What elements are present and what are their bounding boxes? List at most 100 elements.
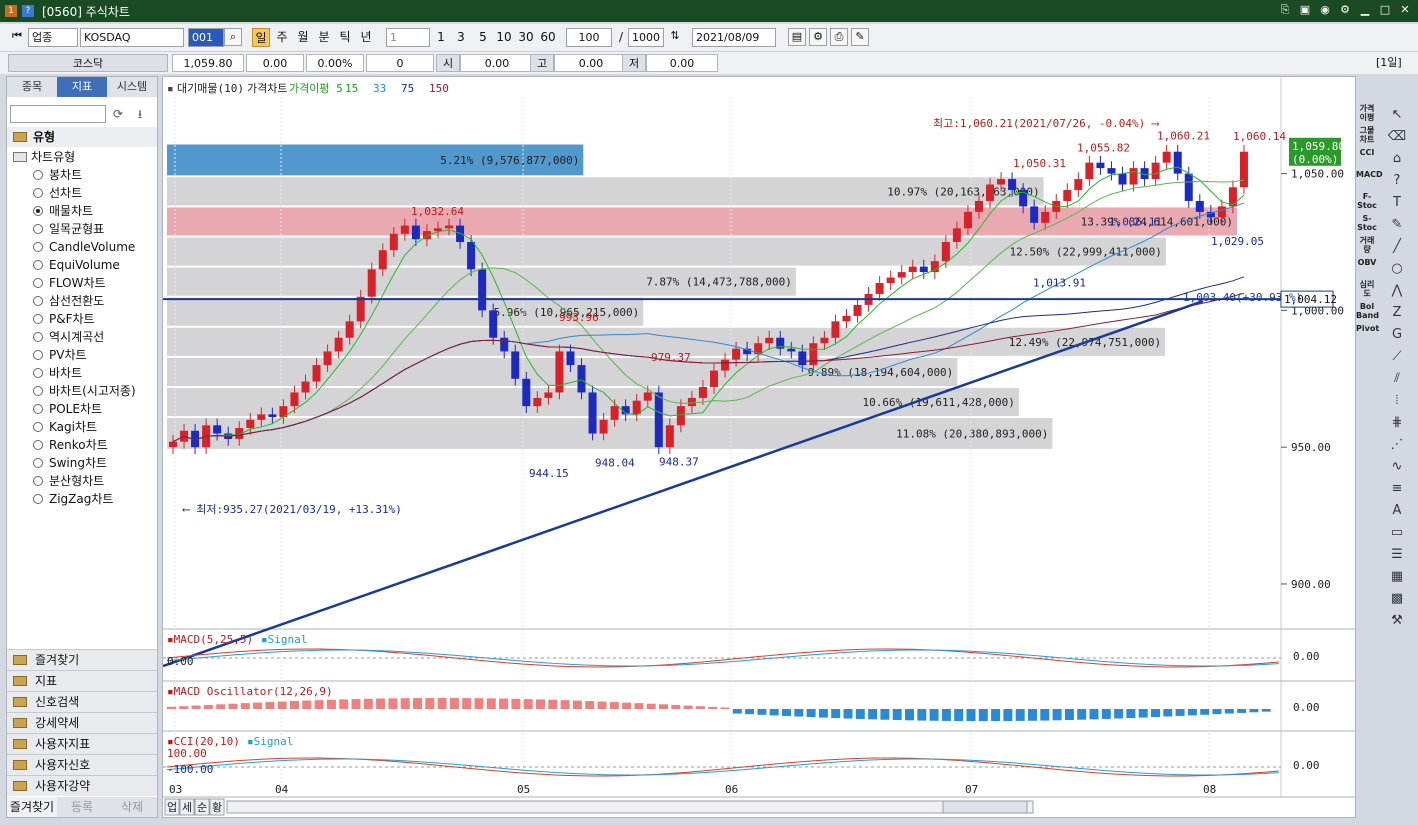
period-minute[interactable]: 분 <box>315 28 333 47</box>
radio-button[interactable] <box>33 350 43 360</box>
interval-60[interactable]: 60 <box>538 28 558 47</box>
chart-tool-icon[interactable]: ▦ <box>1384 566 1410 588</box>
section-user-strength[interactable]: 사용자강약 <box>7 775 157 796</box>
period-month[interactable]: 월 <box>294 28 312 47</box>
category-header[interactable]: 유형 <box>7 127 157 147</box>
wrench-icon[interactable]: ⚒ <box>1384 610 1410 632</box>
chart-type-item[interactable]: ZigZag차트 <box>9 490 136 508</box>
delete-button[interactable]: 삭제 <box>107 797 157 817</box>
download-icon[interactable]: ⭳ <box>131 105 149 123</box>
radio-button[interactable] <box>33 224 43 234</box>
tab-system[interactable]: 시스템 <box>107 77 157 97</box>
chart-type-item[interactable]: POLE차트 <box>9 400 136 418</box>
close-icon[interactable]: ✕ <box>1398 3 1412 17</box>
radio-button[interactable] <box>33 170 43 180</box>
radio-button[interactable] <box>33 476 43 486</box>
chart-type-item[interactable]: 일목균형표 <box>9 220 136 238</box>
total-input[interactable]: 1000 <box>628 28 664 47</box>
pattern-tool-icon[interactable]: ⋀ <box>1384 280 1410 302</box>
chart-type-item[interactable]: Renko차트 <box>9 436 136 454</box>
section-strength[interactable]: 강세약세 <box>7 712 157 733</box>
app-number-icon[interactable]: 1 <box>5 5 17 17</box>
radio-button[interactable] <box>33 296 43 306</box>
arrows-icon[interactable]: ⇅ <box>666 28 684 46</box>
indicator-shortcut[interactable]: 그물차트 <box>1356 126 1378 148</box>
fan-tool-icon[interactable]: ⟋ <box>1384 346 1410 368</box>
interval-3[interactable]: 3 <box>454 28 468 47</box>
indicator-shortcut[interactable]: Bol Band <box>1356 302 1379 324</box>
period-year[interactable]: 년 <box>357 28 375 47</box>
indicator-shortcut[interactable]: F-Stoc <box>1356 192 1378 214</box>
indicator-shortcut[interactable]: 가격이평 <box>1356 104 1378 126</box>
indicator-shortcut[interactable]: OBV <box>1356 258 1378 280</box>
radio-button[interactable] <box>33 260 43 270</box>
list-tool-icon[interactable]: ☰ <box>1384 544 1410 566</box>
radio-button[interactable] <box>33 404 43 414</box>
line-tool-icon[interactable]: ╱ <box>1384 236 1410 258</box>
cursor-icon[interactable]: ↖ <box>1384 104 1410 126</box>
chart-type-item[interactable]: 분산형차트 <box>9 472 136 490</box>
interval-10[interactable]: 10 <box>494 28 514 47</box>
code-input[interactable]: 001 <box>188 28 224 47</box>
hline-tool-icon[interactable]: ≡ <box>1384 478 1410 500</box>
chart-type-item[interactable]: EquiVolume <box>9 256 136 274</box>
indicator-search-input[interactable] <box>10 105 106 123</box>
circle-tool-icon[interactable]: ○ <box>1384 258 1410 280</box>
indicator-shortcut[interactable]: S-Stoc <box>1356 214 1378 236</box>
chart-type-item[interactable]: 삼선전환도 <box>9 292 136 310</box>
radio-button[interactable] <box>33 188 43 198</box>
interval-1[interactable]: 1 <box>434 28 448 47</box>
refresh-icon[interactable]: ⟳ <box>109 105 127 123</box>
search-icon[interactable]: ⌕ <box>224 28 242 46</box>
radio-button[interactable] <box>33 440 43 450</box>
index-select[interactable]: KOSDAQ <box>80 28 184 47</box>
question-icon[interactable]: ? <box>1384 170 1410 192</box>
parallel-tool-icon[interactable]: ⫽ <box>1384 368 1410 390</box>
eraser-icon[interactable]: ⌫ <box>1384 126 1410 148</box>
indicator-shortcut[interactable]: 심리도 <box>1356 280 1378 302</box>
settings-gear-icon[interactable]: ⚙ <box>1338 3 1352 17</box>
pen-icon[interactable]: ✎ <box>1384 214 1410 236</box>
period-tick[interactable]: 틱 <box>336 28 354 47</box>
chart-svg[interactable]: 5.21% (9,576,877,000) 10.97% (20,163,063,… <box>162 77 1355 817</box>
indicator-shortcut[interactable]: 거래량 <box>1356 236 1378 258</box>
date-select[interactable]: 2021/08/09 <box>692 28 776 47</box>
section-user-signals[interactable]: 사용자신호 <box>7 754 157 775</box>
save-chart-icon[interactable]: ▤ <box>788 28 806 46</box>
radio-button[interactable] <box>33 422 43 432</box>
text-tool-icon[interactable]: T <box>1384 192 1410 214</box>
chart-area[interactable]: 5.21% (9,576,877,000) 10.97% (20,163,063,… <box>162 76 1356 818</box>
chart-type-item[interactable]: 봉차트 <box>9 166 136 184</box>
count-input[interactable]: 100 <box>566 28 612 47</box>
chart-type-item[interactable]: 선차트 <box>9 184 136 202</box>
chart-type-item[interactable]: PV차트 <box>9 346 136 364</box>
chart-type-item[interactable]: P&F차트 <box>9 310 136 328</box>
minimize-icon[interactable]: ▁ <box>1358 3 1372 17</box>
radio-button[interactable] <box>33 278 43 288</box>
fibo-tool-icon[interactable]: ⋕ <box>1384 412 1410 434</box>
interval-5[interactable]: 5 <box>476 28 490 47</box>
tab-stock[interactable]: 종목 <box>7 77 57 97</box>
print-icon[interactable]: ⎙ <box>830 28 848 46</box>
chart-type-item[interactable]: 매물차트 <box>9 202 136 220</box>
chart-type-item[interactable]: 바차트(시고저종) <box>9 382 136 400</box>
gann-tool-icon[interactable]: G <box>1384 324 1410 346</box>
period-week[interactable]: 주 <box>273 28 291 47</box>
period-day[interactable]: 일 <box>252 28 270 47</box>
chart-type-item[interactable]: FLOW차트 <box>9 274 136 292</box>
maximize-icon[interactable]: □ <box>1378 3 1392 17</box>
window-tool-icon[interactable]: ▭ <box>1384 522 1410 544</box>
radio-button[interactable] <box>33 494 43 504</box>
chart-type-item[interactable]: Kagi차트 <box>9 418 136 436</box>
radio-button[interactable] <box>33 332 43 342</box>
radio-button[interactable] <box>33 206 43 216</box>
link-icon[interactable]: ⎘ <box>1278 3 1292 17</box>
favorites-tab[interactable]: 즐겨찾기 <box>7 797 57 817</box>
indicator-shortcut[interactable]: MACD <box>1356 170 1383 192</box>
cycle-tool-icon[interactable]: ⦙ <box>1384 390 1410 412</box>
settings-icon[interactable]: ⚙ <box>809 28 827 46</box>
magnet-icon[interactable]: ⌂ <box>1384 148 1410 170</box>
register-button[interactable]: 등록 <box>57 797 107 817</box>
radio-button[interactable] <box>33 314 43 324</box>
radio-button[interactable] <box>33 368 43 378</box>
